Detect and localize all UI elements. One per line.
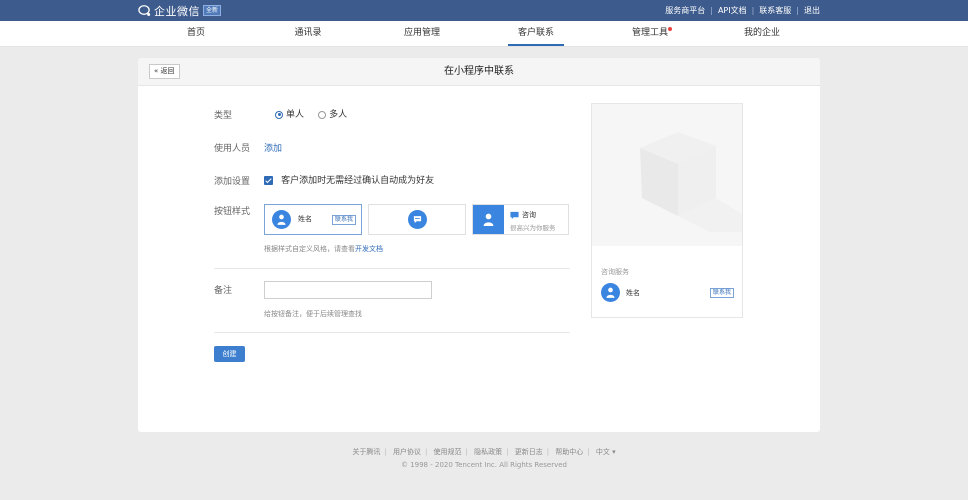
preview-avatar xyxy=(601,283,620,302)
nav-my-enterprise[interactable]: 我的企业 xyxy=(738,21,786,46)
remark-hint: 给按钮备注，便于后续管理查找 xyxy=(264,310,362,318)
radio-multiple[interactable]: 多人 xyxy=(318,104,347,123)
footer-user-agreement[interactable]: 用户协议 xyxy=(393,448,421,456)
preview-card: 咨询服务 姓名 联系我 xyxy=(591,103,743,318)
remark-input[interactable] xyxy=(264,281,432,299)
preview-contact-me-badge: 联系我 xyxy=(710,288,735,298)
divider: | xyxy=(465,448,468,456)
contact-support-link[interactable]: 联系客服 xyxy=(759,5,791,16)
type-label: 类型 xyxy=(214,111,233,121)
radio-unchecked-icon xyxy=(318,110,327,119)
wecom-logo-icon xyxy=(138,5,151,16)
style-card-name[interactable]: 姓名 联系我 xyxy=(264,204,362,235)
create-button[interactable]: 创建 xyxy=(214,346,245,362)
radio-checked-icon xyxy=(275,110,283,119)
preview-name: 姓名 xyxy=(626,289,640,297)
language-selector[interactable]: 中文 ▾ xyxy=(596,448,616,456)
notification-dot xyxy=(668,27,672,31)
divider: | xyxy=(751,6,755,15)
top-links: 服务商平台 | API文档 | 联系客服 | 退出 xyxy=(665,0,820,21)
dev-docs-link[interactable]: 开发文档 xyxy=(355,245,383,253)
logout-link[interactable]: 退出 xyxy=(804,5,820,16)
page-title: 在小程序中联系 xyxy=(444,66,514,77)
auto-friend-checkbox[interactable] xyxy=(264,176,273,185)
main-panel: 在小程序中联系 « 返回 类型 单人 多人 使用人员 添加 添加设置 客户添加时… xyxy=(138,58,820,432)
main-nav: 首页 通讯录 应用管理 客户联系 管理工具 我的企业 xyxy=(0,21,968,47)
auto-friend-text: 客户添加时无需经过确认自动成为好友 xyxy=(281,175,435,186)
style-card-consult[interactable]: 咨询 很高兴为你服务 xyxy=(472,204,569,235)
add-user-link[interactable]: 添加 xyxy=(264,141,282,154)
person-icon xyxy=(483,213,494,226)
divider: | xyxy=(587,448,590,456)
style-hint-text: 根据样式自定义风格，请查看 xyxy=(264,245,355,253)
nav-management-tools[interactable]: 管理工具 xyxy=(626,21,674,46)
chat-bubble-icon xyxy=(413,216,422,224)
radio-single[interactable]: 单人 xyxy=(275,104,304,123)
divider xyxy=(214,332,570,333)
divider: | xyxy=(424,448,428,456)
users-label: 使用人员 xyxy=(214,144,251,154)
back-label: 返回 xyxy=(160,67,175,75)
nav-customer-contact[interactable]: 客户联系 xyxy=(508,21,564,46)
consult-service-label: 咨询服务 xyxy=(601,268,629,276)
nav-home[interactable]: 首页 xyxy=(176,21,216,46)
footer-changelog[interactable]: 更新日志 xyxy=(515,448,543,456)
panel-header: 在小程序中联系 « 返回 xyxy=(138,58,820,86)
contact-me-badge: 联系我 xyxy=(332,215,357,225)
divider: | xyxy=(384,448,387,456)
add-setting-label: 添加设置 xyxy=(214,177,251,187)
divider: | xyxy=(796,6,799,15)
logo-text: 企业微信 xyxy=(154,4,200,18)
person-icon xyxy=(277,214,286,225)
copyright: © 1998 - 2020 Tencent Inc. All Rights Re… xyxy=(400,461,568,469)
footer-help[interactable]: 帮助中心 xyxy=(555,448,583,456)
avatar xyxy=(272,210,291,229)
type-radio-group: 单人 多人 xyxy=(275,108,347,121)
person-icon xyxy=(606,287,615,298)
preview-image xyxy=(592,104,742,246)
provider-platform-link[interactable]: 服务商平台 xyxy=(665,5,705,16)
chat-avatar xyxy=(408,210,427,229)
divider: | xyxy=(506,448,509,456)
message-icon xyxy=(510,211,519,220)
divider xyxy=(214,268,570,269)
consult-avatar xyxy=(473,205,504,234)
wecom-logo[interactable]: 企业微信 全新 xyxy=(138,3,222,18)
divider: | xyxy=(710,6,713,15)
style-hint: 根据样式自定义风格，请查看开发文档 xyxy=(264,244,383,254)
footer-usage-rules[interactable]: 使用规范 xyxy=(434,448,462,456)
remark-label: 备注 xyxy=(214,286,233,296)
auto-friend-option: 客户添加时无需经过确认自动成为好友 xyxy=(264,174,434,187)
consult-title: 咨询 xyxy=(522,211,536,219)
card-name: 姓名 xyxy=(298,215,312,223)
consult-subtitle: 很高兴为你服务 xyxy=(510,224,556,232)
cube-placeholder-icon xyxy=(640,132,742,232)
api-docs-link[interactable]: API文档 xyxy=(718,5,747,16)
nav-contacts[interactable]: 通讯录 xyxy=(288,21,328,46)
nav-app-management[interactable]: 应用管理 xyxy=(398,21,446,46)
double-chevron-left-icon: « xyxy=(154,67,159,75)
footer-privacy[interactable]: 隐私政策 xyxy=(474,448,502,456)
button-style-label: 按钮样式 xyxy=(214,207,251,217)
logo-badge: 全新 xyxy=(203,5,222,16)
footer-about[interactable]: 关于腾讯 xyxy=(352,448,380,456)
top-bar: 企业微信 全新 服务商平台 | API文档 | 联系客服 | 退出 xyxy=(0,0,968,21)
divider: | xyxy=(546,448,550,456)
footer-links: 关于腾讯 | 用户协议 | 使用规范 | 隐私政策 | 更新日志 | 帮助中心 | 中文 ▾ xyxy=(0,447,968,457)
style-card-icon[interactable] xyxy=(368,204,466,235)
back-button[interactable]: « 返回 xyxy=(149,64,180,79)
